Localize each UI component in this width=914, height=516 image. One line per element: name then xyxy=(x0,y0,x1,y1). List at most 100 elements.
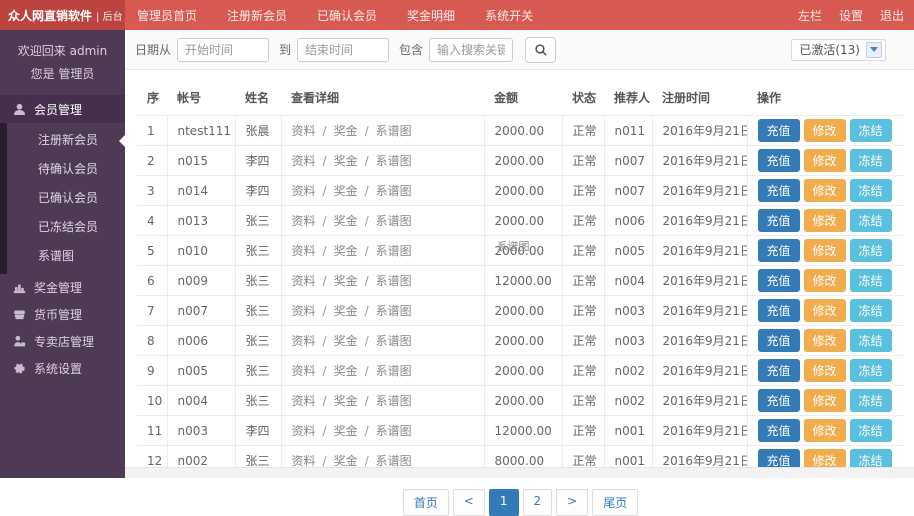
freeze-button[interactable]: 冻结 xyxy=(850,299,892,322)
top-right-link[interactable]: 左栏 xyxy=(798,7,822,24)
freeze-button[interactable]: 冻结 xyxy=(850,419,892,442)
bonus-link[interactable]: 奖金 xyxy=(334,394,358,408)
sidebar-item-currency-management[interactable]: 货币管理 xyxy=(0,301,125,328)
recharge-button[interactable]: 充值 xyxy=(758,299,800,322)
submenu-item[interactable]: 系谱图 xyxy=(0,242,125,271)
bonus-link[interactable]: 奖金 xyxy=(334,274,358,288)
modify-button[interactable]: 修改 xyxy=(804,269,846,292)
search-button[interactable] xyxy=(525,37,556,63)
sidebar-item-store-management[interactable]: 专卖店管理 xyxy=(0,328,125,355)
bonus-link[interactable]: 奖金 xyxy=(334,214,358,228)
top-nav-link[interactable]: 系统开关 xyxy=(485,7,533,24)
profile-link[interactable]: 资料 xyxy=(292,334,316,348)
submenu-item[interactable]: 待确认会员 xyxy=(0,155,125,184)
recharge-button[interactable]: 充值 xyxy=(758,179,800,202)
pagination-item[interactable]: 尾页 xyxy=(592,489,638,516)
pagination-item[interactable]: < xyxy=(453,489,485,516)
freeze-button[interactable]: 冻结 xyxy=(850,269,892,292)
modify-button[interactable]: 修改 xyxy=(804,359,846,382)
pagination-item[interactable]: 1 xyxy=(489,489,519,516)
top-right-link[interactable]: 退出 xyxy=(880,7,904,24)
genealogy-link[interactable]: 系谱图 xyxy=(376,364,412,378)
genealogy-link[interactable]: 系谱图 xyxy=(376,334,412,348)
genealogy-link[interactable]: 系谱图 xyxy=(376,304,412,318)
modify-button[interactable]: 修改 xyxy=(804,149,846,172)
submenu-item[interactable]: 已冻结会员 xyxy=(0,213,125,242)
recharge-button[interactable]: 充值 xyxy=(758,389,800,412)
bonus-link[interactable]: 奖金 xyxy=(334,454,358,468)
status-filter-select[interactable]: 已激活(13) xyxy=(791,39,886,61)
genealogy-link[interactable]: 系谱图 xyxy=(376,124,412,138)
modify-button[interactable]: 修改 xyxy=(804,209,846,232)
pagination-item[interactable]: 首页 xyxy=(403,489,449,516)
submenu-item[interactable]: 已确认会员 xyxy=(0,184,125,213)
profile-link[interactable]: 资料 xyxy=(292,394,316,408)
profile-link[interactable]: 资料 xyxy=(292,214,316,228)
modify-button[interactable]: 修改 xyxy=(804,329,846,352)
modify-button[interactable]: 修改 xyxy=(804,419,846,442)
recharge-button[interactable]: 充值 xyxy=(758,269,800,292)
genealogy-link[interactable]: 系谱图 xyxy=(376,184,412,198)
recharge-button[interactable]: 充值 xyxy=(758,149,800,172)
bonus-link[interactable]: 奖金 xyxy=(334,244,358,258)
recharge-button[interactable]: 充值 xyxy=(758,329,800,352)
keyword-input[interactable] xyxy=(429,38,513,62)
cell-status: 正常 xyxy=(562,416,604,446)
modify-button[interactable]: 修改 xyxy=(804,239,846,262)
recharge-button[interactable]: 充值 xyxy=(758,419,800,442)
profile-link[interactable]: 资料 xyxy=(292,364,316,378)
recharge-button[interactable]: 充值 xyxy=(758,239,800,262)
modify-button[interactable]: 修改 xyxy=(804,389,846,412)
profile-link[interactable]: 资料 xyxy=(292,274,316,288)
freeze-button[interactable]: 冻结 xyxy=(850,149,892,172)
modify-button[interactable]: 修改 xyxy=(804,299,846,322)
genealogy-link[interactable]: 系谱图 xyxy=(376,274,412,288)
top-nav-link[interactable]: 奖金明细 xyxy=(407,7,455,24)
freeze-button[interactable]: 冻结 xyxy=(850,209,892,232)
recharge-button[interactable]: 充值 xyxy=(758,359,800,382)
pagination-item[interactable]: > xyxy=(556,489,588,516)
bonus-link[interactable]: 奖金 xyxy=(334,304,358,318)
bonus-link[interactable]: 奖金 xyxy=(334,154,358,168)
bonus-link[interactable]: 奖金 xyxy=(334,334,358,348)
date-to-input[interactable] xyxy=(297,38,389,62)
genealogy-link[interactable]: 系谱图 xyxy=(376,244,412,258)
profile-link[interactable]: 资料 xyxy=(292,184,316,198)
profile-link[interactable]: 资料 xyxy=(292,124,316,138)
top-nav-link[interactable]: 管理员首页 xyxy=(137,7,197,24)
profile-link[interactable]: 资料 xyxy=(292,304,316,318)
dropdown-arrow-box[interactable] xyxy=(866,42,882,58)
bonus-link[interactable]: 奖金 xyxy=(334,184,358,198)
top-right-link[interactable]: 设置 xyxy=(839,7,863,24)
freeze-button[interactable]: 冻结 xyxy=(850,359,892,382)
freeze-button[interactable]: 冻结 xyxy=(850,239,892,262)
top-nav-link[interactable]: 已确认会员 xyxy=(317,7,377,24)
genealogy-link[interactable]: 系谱图 xyxy=(376,454,412,468)
modify-button[interactable]: 修改 xyxy=(804,119,846,142)
recharge-button[interactable]: 充值 xyxy=(758,119,800,142)
profile-link[interactable]: 资料 xyxy=(292,454,316,468)
modify-button[interactable]: 修改 xyxy=(804,179,846,202)
genealogy-link[interactable]: 系谱图 xyxy=(376,424,412,438)
bonus-link[interactable]: 奖金 xyxy=(334,424,358,438)
date-from-input[interactable] xyxy=(177,38,269,62)
profile-link[interactable]: 资料 xyxy=(292,244,316,258)
pagination-item[interactable]: 2 xyxy=(523,489,553,516)
genealogy-link[interactable]: 系谱图 xyxy=(376,394,412,408)
profile-link[interactable]: 资料 xyxy=(292,154,316,168)
freeze-button[interactable]: 冻结 xyxy=(850,389,892,412)
sidebar-item-bonus-management[interactable]: 奖金管理 xyxy=(0,274,125,301)
genealogy-link[interactable]: 系谱图 xyxy=(376,214,412,228)
profile-link[interactable]: 资料 xyxy=(292,424,316,438)
bonus-link[interactable]: 奖金 xyxy=(334,124,358,138)
freeze-button[interactable]: 冻结 xyxy=(850,179,892,202)
submenu-item[interactable]: 注册新会员 xyxy=(0,126,125,155)
freeze-button[interactable]: 冻结 xyxy=(850,119,892,142)
recharge-button[interactable]: 充值 xyxy=(758,209,800,232)
genealogy-link[interactable]: 系谱图 xyxy=(376,154,412,168)
freeze-button[interactable]: 冻结 xyxy=(850,329,892,352)
bonus-link[interactable]: 奖金 xyxy=(334,364,358,378)
top-nav-link[interactable]: 注册新会员 xyxy=(227,7,287,24)
sidebar-item-system-settings[interactable]: 系统设置 xyxy=(0,355,125,382)
sidebar-item-member-management[interactable]: 会员管理 xyxy=(0,95,125,123)
